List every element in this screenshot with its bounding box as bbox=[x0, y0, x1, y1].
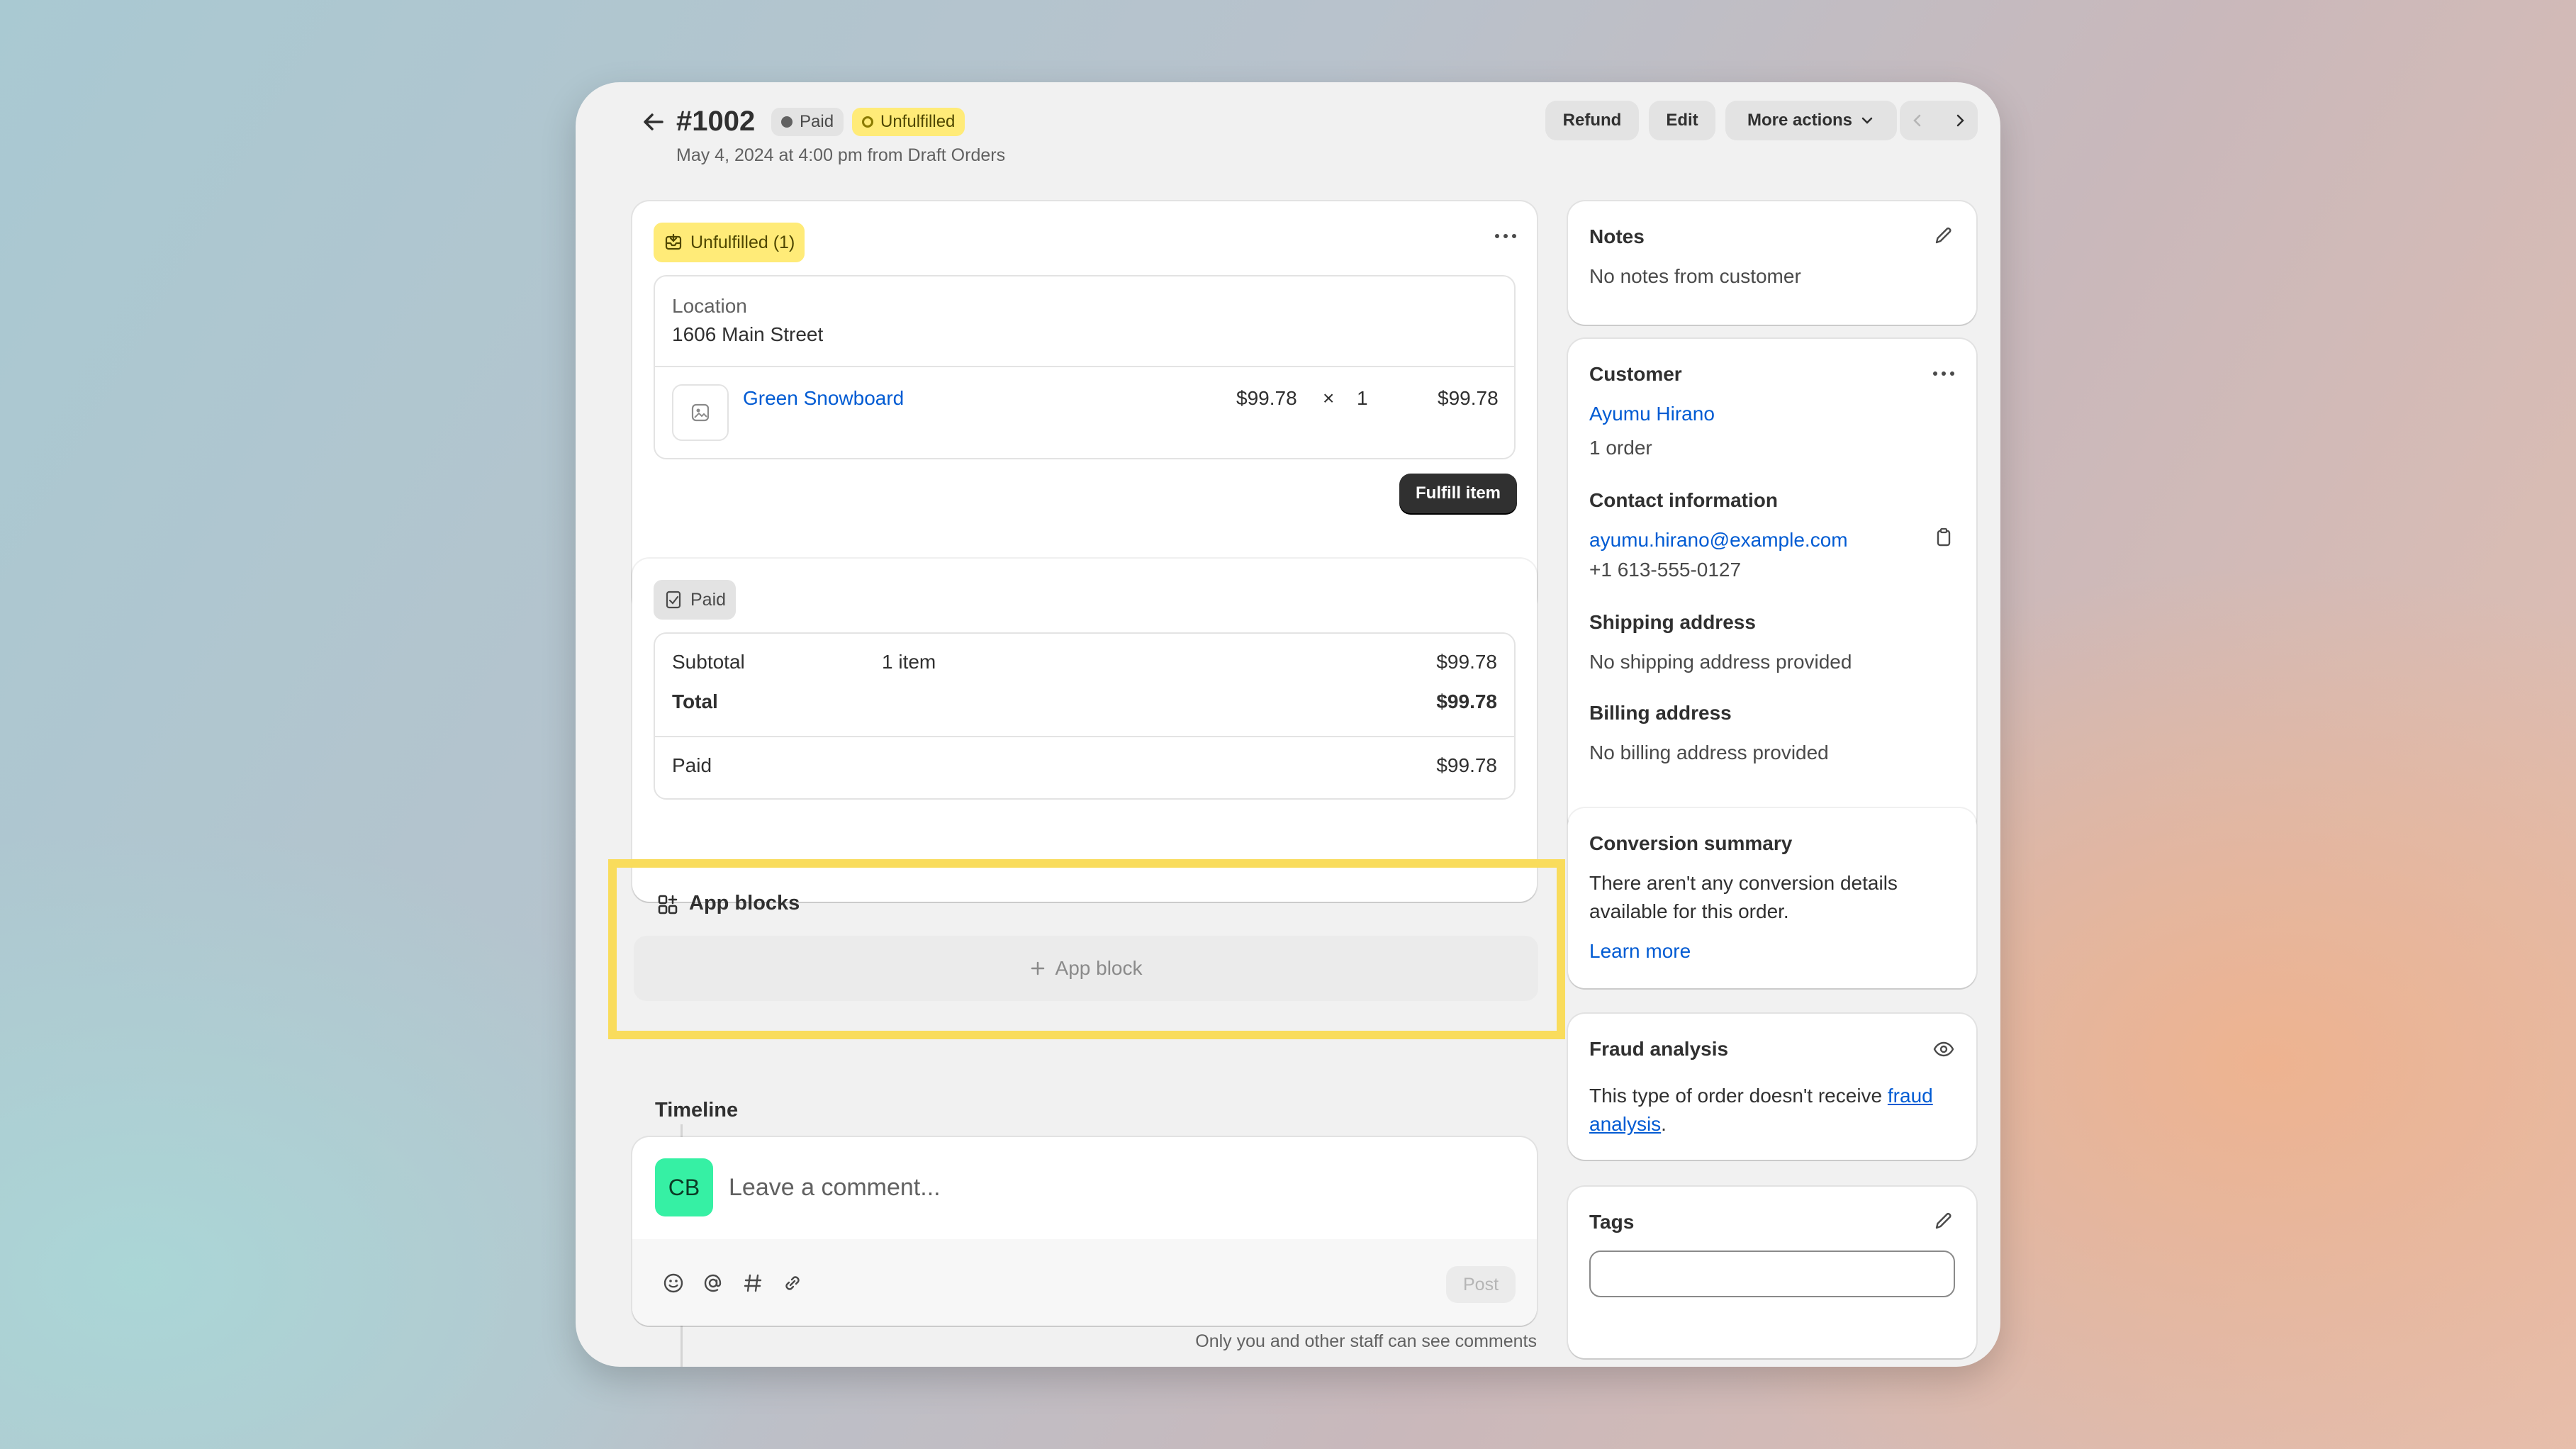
eye-icon[interactable] bbox=[1932, 1038, 1955, 1061]
fraud-analysis-link-part1[interactable]: fraud bbox=[1888, 1085, 1933, 1107]
divider bbox=[655, 366, 1514, 367]
subtotal-label: Subtotal bbox=[672, 651, 745, 673]
unfulfilled-ring-icon bbox=[862, 116, 873, 128]
paid-badge-label: Paid bbox=[800, 112, 834, 131]
times-sign: × bbox=[1323, 387, 1335, 409]
inbox-icon bbox=[663, 233, 683, 252]
fulfillment-inner-box: Location 1606 Main Street Green Snowboar… bbox=[654, 275, 1516, 459]
total-label: Total bbox=[672, 690, 718, 712]
edit-notes-icon[interactable] bbox=[1932, 224, 1955, 247]
payment-summary-box: Subtotal 1 item $99.78 Total $99.78 Paid… bbox=[654, 632, 1516, 800]
attachment-icon[interactable] bbox=[781, 1272, 804, 1294]
conversion-title: Conversion summary bbox=[1589, 832, 1793, 854]
notes-body: No notes from customer bbox=[1589, 265, 1801, 287]
app-blocks-icon bbox=[656, 893, 679, 916]
emoji-icon[interactable] bbox=[662, 1272, 685, 1294]
more-actions-button[interactable]: More actions bbox=[1725, 101, 1897, 140]
billing-title: Billing address bbox=[1589, 702, 1732, 724]
comment-input[interactable]: Leave a comment... bbox=[729, 1174, 1508, 1202]
customer-name-link[interactable]: Ayumu Hirano bbox=[1589, 403, 1715, 425]
location-value: 1606 Main Street bbox=[672, 323, 824, 345]
shipping-body: No shipping address provided bbox=[1589, 651, 1852, 673]
edit-tags-icon[interactable] bbox=[1932, 1209, 1955, 1232]
divider bbox=[655, 736, 1514, 737]
comment-box: CB Leave a comment... Post bbox=[632, 1137, 1537, 1326]
fraud-body-prefix: This type of order doesn't receive bbox=[1589, 1085, 1888, 1107]
notes-title: Notes bbox=[1589, 225, 1645, 247]
avatar: CB bbox=[655, 1158, 713, 1216]
payment-card: Paid Subtotal 1 item $99.78 Total $99.78… bbox=[632, 559, 1537, 902]
order-details-window: #1002 Paid Unfulfilled May 4, 2024 at 4:… bbox=[576, 82, 2000, 1367]
item-total: $99.78 bbox=[1438, 387, 1499, 409]
tags-title: Tags bbox=[1589, 1211, 1635, 1233]
tags-input[interactable] bbox=[1589, 1251, 1955, 1297]
fraud-analysis-link-part2[interactable]: analysis bbox=[1589, 1113, 1661, 1135]
edit-button[interactable]: Edit bbox=[1649, 101, 1715, 140]
timeline-title: Timeline bbox=[655, 1099, 739, 1121]
tags-card: Tags bbox=[1568, 1187, 1976, 1358]
notes-card: Notes No notes from customer bbox=[1568, 201, 1976, 325]
paid-value: $99.78 bbox=[1436, 754, 1497, 776]
pager-group bbox=[1900, 101, 1978, 140]
app-blocks-title: App blocks bbox=[689, 892, 800, 914]
total-value: $99.78 bbox=[1436, 690, 1497, 712]
order-number: #1002 bbox=[676, 106, 756, 137]
image-placeholder-icon bbox=[690, 403, 710, 423]
customer-card: Customer Ayumu Hirano 1 order Contact in… bbox=[1568, 339, 1976, 835]
conversion-body-line1: There aren't any conversion details bbox=[1589, 872, 1898, 894]
refund-button[interactable]: Refund bbox=[1545, 101, 1639, 140]
product-thumbnail bbox=[672, 384, 729, 441]
unfulfilled-status-badge: Unfulfilled bbox=[852, 108, 965, 136]
comment-visibility-note: Only you and other staff can see comment… bbox=[1195, 1331, 1537, 1351]
plus-icon bbox=[1030, 961, 1046, 976]
location-label: Location bbox=[672, 295, 747, 317]
billing-body: No billing address provided bbox=[1589, 742, 1829, 763]
fraud-title: Fraud analysis bbox=[1589, 1038, 1729, 1060]
paid-status-badge: Paid bbox=[771, 108, 844, 136]
conversion-summary-card: Conversion summary There aren't any conv… bbox=[1568, 808, 1976, 988]
contact-title: Contact information bbox=[1589, 489, 1778, 511]
unfulfilled-badge-label: Unfulfilled bbox=[880, 112, 956, 131]
back-arrow-icon[interactable] bbox=[639, 108, 668, 136]
hashtag-icon[interactable] bbox=[741, 1272, 764, 1294]
subtotal-items: 1 item bbox=[882, 651, 936, 673]
mention-icon[interactable] bbox=[702, 1272, 724, 1294]
comment-toolbar bbox=[632, 1239, 1537, 1326]
payment-paid-badge: Paid bbox=[654, 580, 737, 620]
product-name-link[interactable]: Green Snowboard bbox=[743, 387, 904, 410]
fraud-body: This type of order doesn't receive fraud… bbox=[1589, 1082, 1958, 1138]
next-order-icon[interactable] bbox=[1952, 113, 1968, 128]
add-app-block-button[interactable]: App block bbox=[634, 936, 1538, 1001]
previous-order-icon[interactable] bbox=[1910, 113, 1925, 128]
item-quantity: 1 bbox=[1357, 387, 1368, 409]
item-price: $99.78 bbox=[1236, 387, 1297, 409]
paid-dot-icon bbox=[781, 116, 793, 128]
fulfill-item-button[interactable]: Fulfill item bbox=[1399, 474, 1517, 513]
order-subtitle: May 4, 2024 at 4:00 pm from Draft Orders bbox=[676, 145, 1006, 165]
customer-orders: 1 order bbox=[1589, 437, 1652, 459]
learn-more-link[interactable]: Learn more bbox=[1589, 940, 1691, 963]
fraud-body-suffix: . bbox=[1661, 1113, 1667, 1135]
customer-title: Customer bbox=[1589, 363, 1682, 385]
chevron-down-icon bbox=[1859, 113, 1875, 128]
subtotal-value: $99.78 bbox=[1436, 651, 1497, 673]
unfulfilled-count-badge: Unfulfilled (1) bbox=[654, 223, 805, 262]
customer-phone: +1 613-555-0127 bbox=[1589, 559, 1742, 581]
fraud-analysis-card: Fraud analysis This type of order doesn'… bbox=[1568, 1014, 1976, 1160]
receipt-check-icon bbox=[663, 590, 683, 610]
fulfillment-card: Unfulfilled (1) Location 1606 Main Stree… bbox=[632, 201, 1537, 614]
copy-clipboard-icon[interactable] bbox=[1932, 526, 1955, 549]
fulfillment-menu-icon[interactable] bbox=[1494, 233, 1517, 240]
customer-menu-icon[interactable] bbox=[1932, 370, 1955, 377]
conversion-body-line2: available for this order. bbox=[1589, 900, 1789, 922]
customer-email-link[interactable]: ayumu.hirano@example.com bbox=[1589, 529, 1848, 552]
paid-label: Paid bbox=[672, 754, 712, 776]
shipping-title: Shipping address bbox=[1589, 611, 1756, 633]
post-button[interactable]: Post bbox=[1446, 1266, 1516, 1303]
